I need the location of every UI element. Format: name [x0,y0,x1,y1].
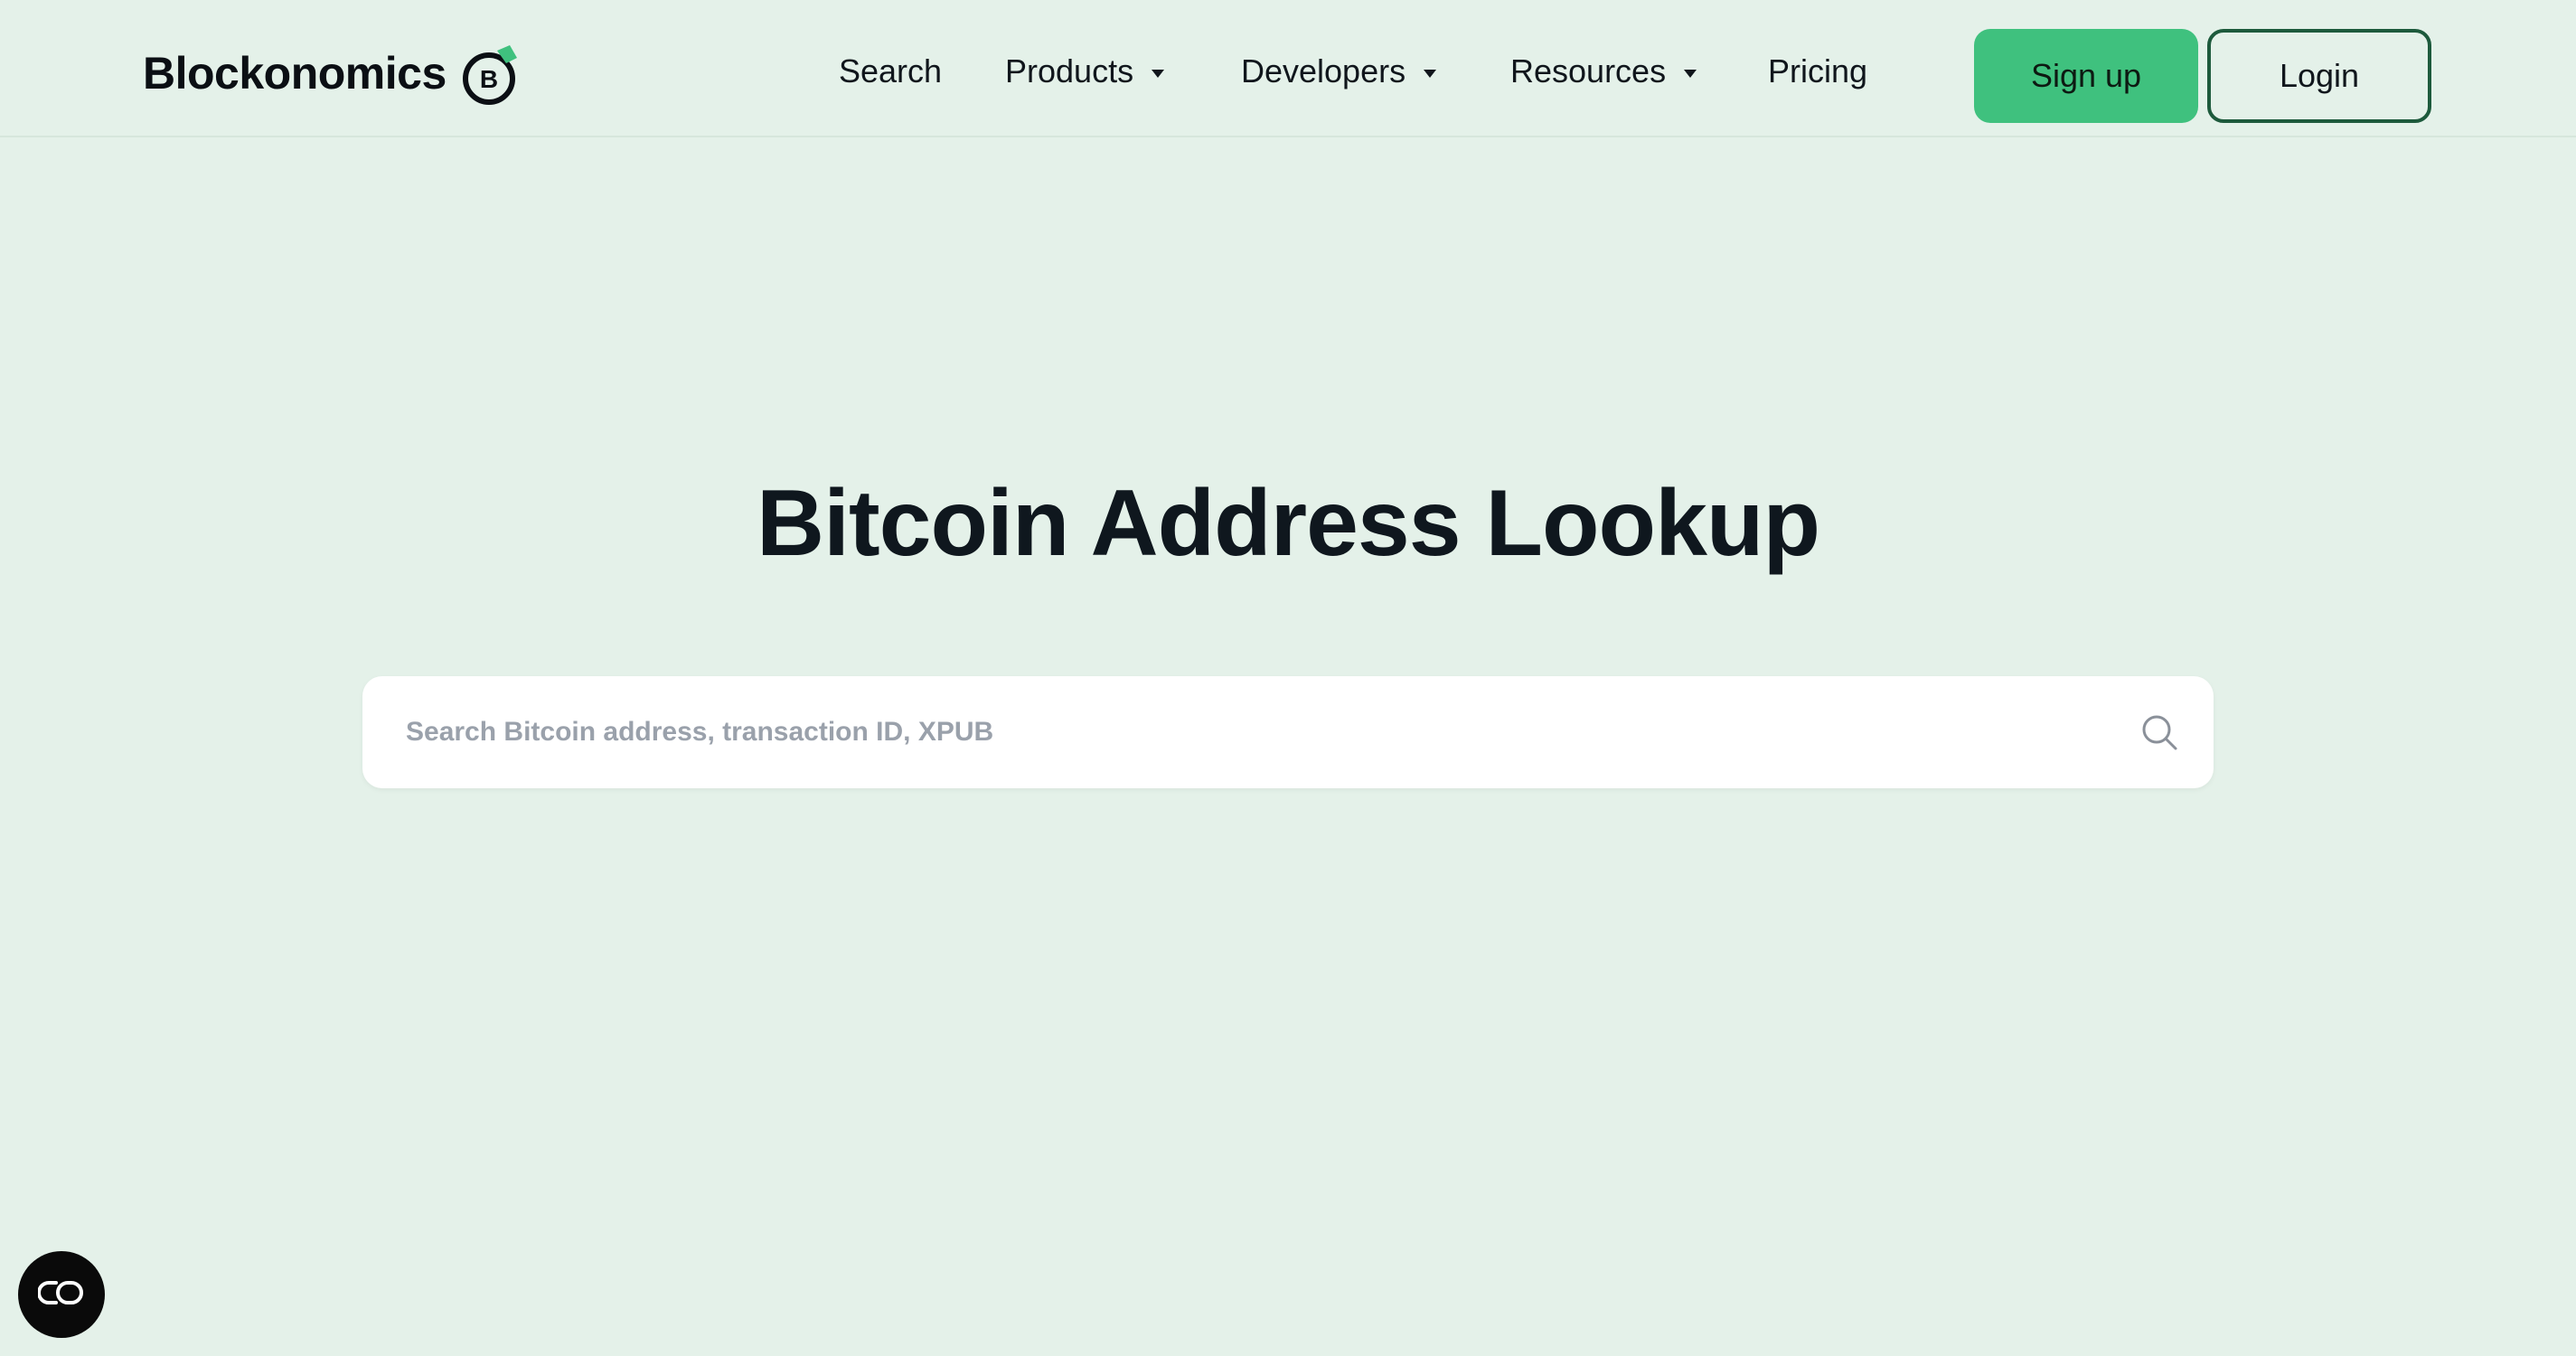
nav-item-label: Developers [1241,52,1406,89]
search-bar [362,676,2214,788]
nav-item-pricing[interactable]: Pricing [1768,52,1867,90]
nav-item-search[interactable]: Search [839,52,942,90]
search-icon[interactable] [2139,712,2179,752]
nav-item-resources[interactable]: Resources [1510,52,1697,90]
nav-item-label: Pricing [1768,52,1868,89]
site-header: Blockonomics B Search Products Developer… [0,0,2576,137]
brand-mark-letter: B [480,65,498,93]
page-title: Bitcoin Address Lookup [757,471,1820,576]
nav-item-developers[interactable]: Developers [1241,52,1437,90]
caret-down-icon [1152,69,1165,78]
chat-widget-icon [37,1279,85,1311]
login-button[interactable]: Login [2207,29,2431,123]
caret-down-icon [1684,69,1697,78]
caret-down-icon [1424,69,1437,78]
brand-logo[interactable]: Blockonomics B [143,42,521,105]
nav-item-label: Search [839,52,943,89]
brand-name: Blockonomics [143,48,447,99]
search-input[interactable] [406,676,2105,788]
signup-button[interactable]: Sign up [1974,29,2198,123]
nav-item-products[interactable]: Products [1005,52,1165,90]
nav-item-label: Products [1005,52,1134,89]
chat-widget-button[interactable] [18,1251,105,1338]
brand-mark-icon: B [461,45,521,105]
nav-item-label: Resources [1510,52,1667,89]
